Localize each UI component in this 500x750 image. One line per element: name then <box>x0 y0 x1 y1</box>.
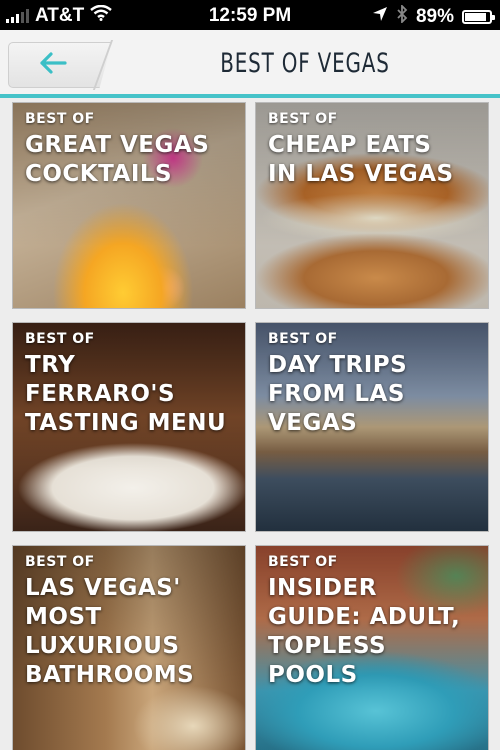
tile-eyebrow: BEST OF <box>268 331 338 347</box>
tile-ferraros-tasting-menu[interactable]: BEST OF TRY FERRARO'S TASTING MENU <box>12 322 246 532</box>
arrow-left-icon <box>39 51 67 79</box>
tile-topless-pools[interactable]: BEST OF INSIDER GUIDE: ADULT, TOPLESS PO… <box>255 545 489 750</box>
tile-title: LAS VEGAS' MOST LUXURIOUS BATHROOMS <box>25 575 195 688</box>
tile-eyebrow: BEST OF <box>25 554 95 570</box>
tile-title: CHEAP EATS IN LAS VEGAS <box>268 132 454 187</box>
tile-great-vegas-cocktails[interactable]: BEST OF GREAT VEGAS COCKTAILS <box>12 102 246 309</box>
nav-bar: BEST OF VEGAS <box>0 30 500 98</box>
battery-percent: 89% <box>415 6 454 27</box>
battery-fill <box>465 13 487 21</box>
location-icon <box>372 6 388 28</box>
tile-day-trips[interactable]: BEST OF DAY TRIPS FROM LAS VEGAS <box>255 322 489 532</box>
tile-eyebrow: BEST OF <box>268 111 338 127</box>
tile-title: DAY TRIPS FROM LAS VEGAS <box>268 352 408 436</box>
status-right: 89% <box>372 3 495 29</box>
tile-eyebrow: BEST OF <box>268 554 338 570</box>
tile-title: INSIDER GUIDE: ADULT, TOPLESS POOLS <box>268 575 461 688</box>
page-title: BEST OF VEGAS <box>220 48 390 79</box>
tile-eyebrow: BEST OF <box>25 111 95 127</box>
battery-icon <box>462 10 495 24</box>
tile-cheap-eats[interactable]: BEST OF CHEAP EATS IN LAS VEGAS <box>255 102 489 309</box>
bluetooth-icon <box>396 3 408 29</box>
tile-luxurious-bathrooms[interactable]: BEST OF LAS VEGAS' MOST LUXURIOUS BATHRO… <box>12 545 246 750</box>
tile-title: GREAT VEGAS COCKTAILS <box>25 132 210 187</box>
tile-title: TRY FERRARO'S TASTING MENU <box>25 352 227 436</box>
tile-eyebrow: BEST OF <box>25 331 95 347</box>
status-bar: AT&T 12:59 PM 89% <box>0 0 500 30</box>
tile-grid: BEST OF GREAT VEGAS COCKTAILS BEST OF CH… <box>0 102 500 750</box>
